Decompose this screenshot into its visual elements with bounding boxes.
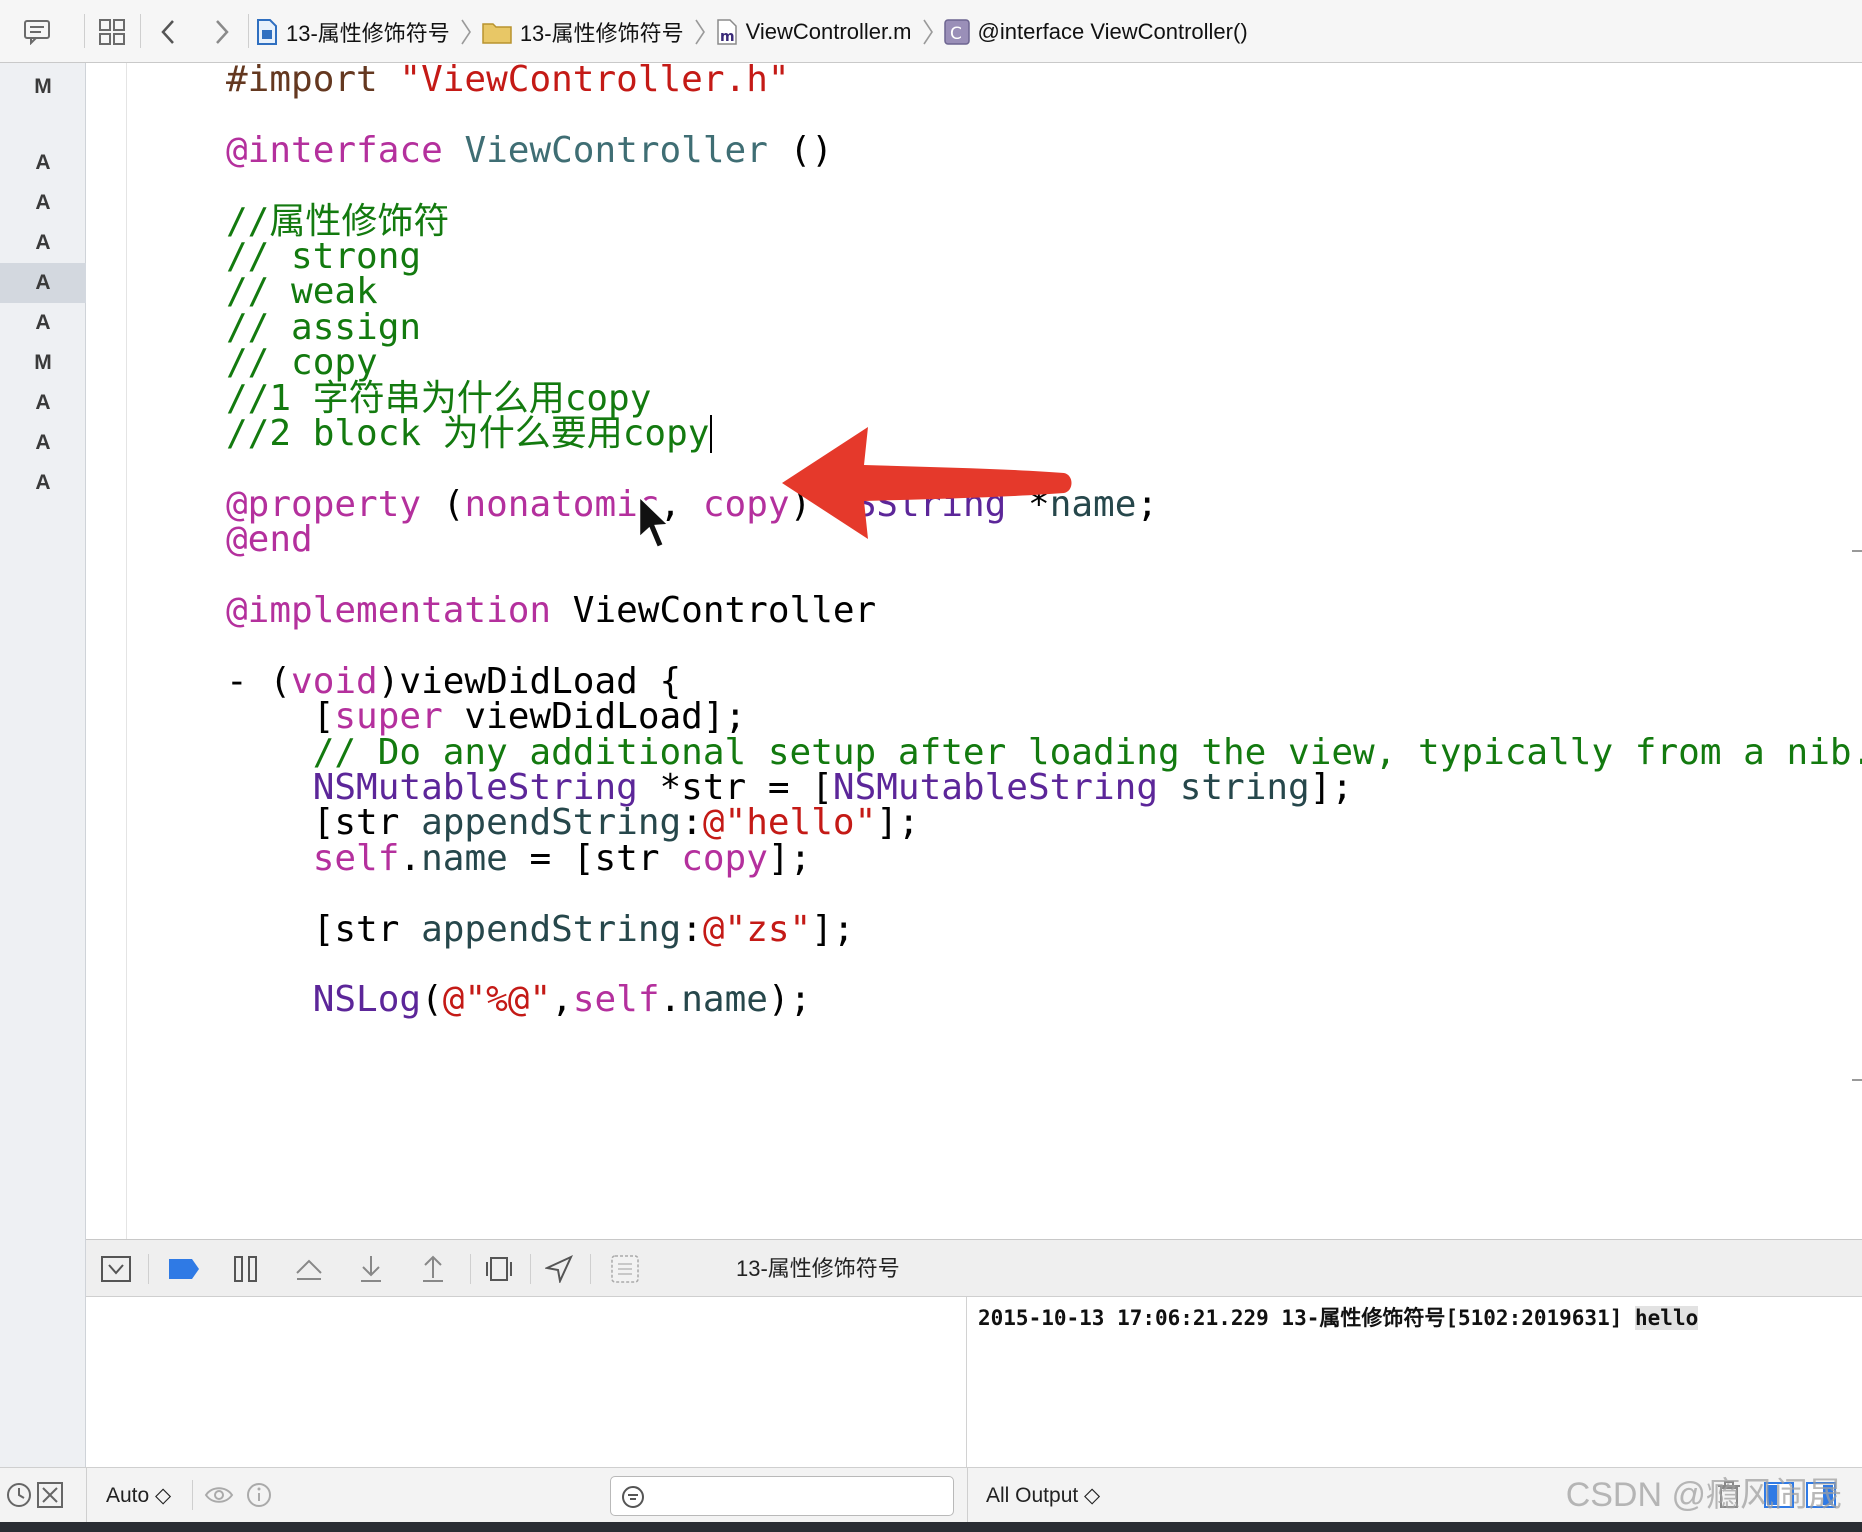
scm-status-marker: A (35, 391, 51, 414)
related-items-grid-icon[interactable] (96, 16, 128, 48)
watermark: CSDN @瘾风闹晟 (1565, 1476, 1842, 1514)
chevron-left-icon[interactable] (150, 14, 186, 50)
info-icon[interactable] (244, 1480, 274, 1510)
pause-icon[interactable] (230, 1240, 262, 1298)
mouse-pointer-icon (637, 494, 672, 550)
scm-status-marker: M (34, 75, 52, 98)
chevron-right-icon (694, 19, 705, 44)
comment-bubble-icon[interactable] (20, 16, 54, 48)
step-out-icon[interactable] (416, 1240, 450, 1298)
console-log-value: hello (1635, 1306, 1699, 1330)
breadcrumb-label: 13-属性修饰符号 (519, 20, 684, 46)
code-line[interactable]: @interface ViewController () (226, 130, 833, 172)
scm-status-marker: A (35, 471, 51, 494)
window-bottom-edge (0, 1522, 1862, 1532)
simulate-location-icon[interactable] (542, 1240, 576, 1298)
code-line[interactable]: @implementation ViewController (226, 590, 876, 632)
source-control-gutter: M A A A A A M A A A (0, 63, 86, 1507)
scm-status-marker: A (35, 151, 51, 174)
code-line[interactable]: [str appendString:@"zs"]; (226, 909, 855, 951)
breadcrumb-label: ViewController.m (745, 18, 912, 44)
svg-text:C: C (950, 24, 962, 44)
m-file-icon: m (716, 18, 738, 46)
breadcrumb-file[interactable]: m ViewController.m (716, 18, 912, 46)
folder-icon (482, 20, 512, 44)
red-arrow-annotation (782, 427, 1072, 539)
variables-scope-selector[interactable]: Auto ◇ (106, 1468, 171, 1523)
jump-bar: 13-属性修饰符号 13-属性修饰符号 m ViewController.m C… (0, 0, 1862, 63)
console-log-line: 2015-10-13 17:06:21.229 13-属性修饰符号[5102:2… (978, 1301, 1699, 1335)
scm-status-marker: A (35, 231, 51, 254)
class-c-icon: C (943, 18, 970, 45)
scm-status-marker: A (0, 263, 86, 303)
hide-debug-area-icon[interactable] (100, 1240, 132, 1298)
view-hierarchy-icon[interactable] (482, 1240, 516, 1298)
project-file-icon (256, 18, 278, 46)
chevron-right-icon (461, 19, 471, 44)
variables-filter-field[interactable] (610, 1476, 954, 1516)
chevron-right-icon[interactable] (204, 14, 240, 50)
step-over-icon[interactable] (292, 1240, 326, 1298)
variables-view[interactable] (86, 1297, 967, 1467)
filter-icon (622, 1486, 644, 1508)
code-line[interactable]: #import "ViewController.h" (226, 63, 790, 101)
chevron-right-icon (922, 19, 933, 44)
breadcrumb-group[interactable]: 13-属性修饰符号 (482, 16, 684, 48)
debug-target-label: 13-属性修饰符号 (736, 1256, 900, 1281)
app-target-icon (608, 1240, 642, 1298)
breakpoints-toggle-icon[interactable] (166, 1240, 202, 1298)
code-line[interactable]: self.name = [str copy]; (226, 838, 812, 880)
source-editor[interactable]: #import "ViewController.h" @interface Vi… (86, 63, 1862, 1239)
console-log-prefix: 2015-10-13 17:06:21.229 13-属性修饰符号[5102:2… (978, 1306, 1636, 1330)
scm-status-marker: A (35, 431, 51, 454)
breadcrumb-label: 13-属性修饰符号 (286, 20, 450, 46)
breadcrumb-label: @interface ViewController() (977, 18, 1248, 44)
filter-box-icon[interactable] (34, 1480, 66, 1510)
debug-bar: 13-属性修饰符号 (86, 1239, 1862, 1297)
text-caret (710, 415, 712, 453)
svg-text:m: m (720, 29, 735, 45)
output-scope-selector[interactable]: All Output ◇ (986, 1468, 1100, 1523)
scm-status-marker: A (35, 311, 51, 334)
step-into-icon[interactable] (354, 1240, 388, 1298)
console-output[interactable]: 2015-10-13 17:06:21.229 13-属性修饰符号[5102:2… (968, 1297, 1862, 1467)
scm-status-marker: A (35, 191, 51, 214)
eye-icon[interactable] (202, 1480, 236, 1510)
breadcrumb-symbol[interactable]: C @interface ViewController() (943, 18, 1248, 45)
breadcrumb-project[interactable]: 13-属性修饰符号 (256, 16, 450, 48)
scm-status-marker: M (34, 351, 52, 374)
code-line[interactable]: //2 block 为什么要用copy (226, 413, 709, 455)
code-line[interactable]: NSLog(@"%@",self.name); (226, 979, 812, 1021)
clock-icon[interactable] (4, 1480, 34, 1510)
breadcrumb: 13-属性修饰符号 13-属性修饰符号 m ViewController.m C… (256, 0, 1248, 63)
